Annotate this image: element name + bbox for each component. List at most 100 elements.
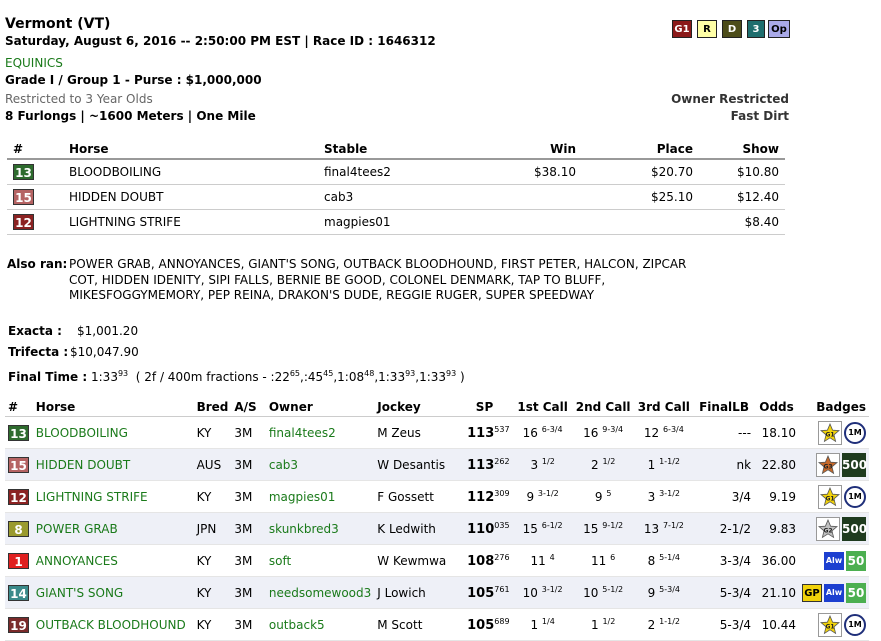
badge-group: GP Alw 50 <box>802 582 866 603</box>
payout-show: $10.80 <box>699 159 785 185</box>
owner-link[interactable]: skunkbred3 <box>265 512 375 545</box>
sp-value: 105 <box>467 617 495 633</box>
call-margin: 5 <box>606 489 612 498</box>
call-margin: 5-1/2 <box>602 585 624 594</box>
owner-link[interactable]: soft <box>265 544 375 577</box>
call-margin: 5-1/4 <box>659 553 680 562</box>
result-3rd-call: 1 1-1/2 <box>633 448 695 481</box>
badge-group: Alw 50 <box>802 550 866 571</box>
result-2nd-call: 11 6 <box>572 544 634 577</box>
post-number: 14 <box>8 584 29 601</box>
col-1st-call: 1st Call <box>512 397 573 417</box>
result-odds: 18.10 <box>754 416 799 449</box>
race-flag-g1: G1 <box>672 20 692 38</box>
result-age-sex: 3M <box>231 512 266 545</box>
call-margin: 9-1/2 <box>602 521 624 530</box>
col-3rd-call: 3rd Call <box>633 397 695 417</box>
fraction-sup: 48 <box>364 369 375 378</box>
also-ran-line: POWER GRAB, ANNOYANCES, GIANT'S SONG, OU… <box>69 257 687 271</box>
track-title: Vermont (VT) <box>5 16 111 32</box>
sponsor-link[interactable]: EQUINICS <box>5 56 63 70</box>
owner-link[interactable]: cab3 <box>265 448 375 481</box>
result-2nd-call: 10 5-1/2 <box>572 576 634 609</box>
result-row: 1 ANNOYANCES KY 3M soft W Kewmwa 108276 11 4 11 … <box>5 544 869 577</box>
payout-win: $38.10 <box>485 159 582 185</box>
owner-link[interactable]: needsomewood3 <box>265 576 375 609</box>
result-num: 8 <box>5 512 33 545</box>
call-position: 12 <box>643 426 660 440</box>
col-owner: Owner <box>265 397 375 417</box>
result-badges: G1 1M <box>799 416 869 449</box>
also-ran-line: COT, HIDDEN IDENITY, SIPI FALLS, BERNIE … <box>69 272 606 287</box>
col-place: Place <box>582 140 699 160</box>
sp-sup: 262 <box>494 456 510 466</box>
call-position: 2 <box>590 458 599 472</box>
payout-stable: magpies01 <box>318 209 485 235</box>
owner-link[interactable]: final4tees2 <box>265 416 375 449</box>
call-margin: 6-3/4 <box>541 425 563 434</box>
call-margin: 1/2 <box>602 617 616 626</box>
result-3rd-call: 2 1-1/2 <box>633 608 695 641</box>
fraction-sup: 45 <box>323 369 334 378</box>
result-bred: KY <box>193 416 232 449</box>
distance-badge: 1M <box>844 613 866 636</box>
result-1st-call: 15 6-1/2 <box>512 512 573 545</box>
points-500-badge: 500 <box>842 452 867 477</box>
result-3rd-call: 12 6-3/4 <box>633 416 695 449</box>
call-margin: 1/2 <box>602 457 616 466</box>
allowance-badge: Alw <box>824 551 844 570</box>
call-position: 1 <box>590 618 599 632</box>
result-sp: 105761 <box>456 576 513 609</box>
race-flag-3: 3 <box>747 20 765 38</box>
post-number: 13 <box>8 424 29 441</box>
result-2nd-call: 15 9-1/2 <box>572 512 634 545</box>
col-age-sex: A/S <box>231 397 266 417</box>
result-num: 14 <box>5 576 33 609</box>
payout-show: $8.40 <box>699 209 785 235</box>
horse-name-link[interactable]: OUTBACK BLOODHOUND <box>32 608 194 641</box>
call-position: 11 <box>591 554 607 568</box>
horse-name-link[interactable]: GIANT'S SONG <box>32 576 194 609</box>
col-bred: Bred <box>193 397 232 417</box>
sp-value: 108 <box>467 553 495 569</box>
col-win: Win <box>485 140 582 160</box>
payout-stable: final4tees2 <box>318 159 485 185</box>
owner-link[interactable]: outback5 <box>265 608 375 641</box>
badge-group: G2 500 <box>802 516 867 541</box>
result-jockey: J Lowich <box>374 576 457 609</box>
payout-win <box>485 184 582 210</box>
horse-name-link[interactable]: HIDDEN DOUBT <box>32 448 194 481</box>
call-margin: 1/4 <box>541 617 555 626</box>
distance-badge: 1M <box>844 485 866 508</box>
col-num: # <box>7 140 63 160</box>
final-time-sup: 93 <box>117 369 129 378</box>
fraction: ,1:08 <box>333 370 365 384</box>
horse-name-link[interactable]: BLOODBOILING <box>32 416 194 449</box>
call-margin: 5-3/4 <box>659 585 680 594</box>
horse-name-link[interactable]: ANNOYANCES <box>32 544 194 577</box>
trifecta-value: $10,047.90 <box>70 345 139 359</box>
grade-star-label: G1 <box>825 623 834 630</box>
col-horse: Horse <box>32 397 194 417</box>
result-bred: AUS <box>193 448 232 481</box>
result-2nd-call: 16 9-3/4 <box>572 416 634 449</box>
payout-show: $12.40 <box>699 184 785 210</box>
fraction-sup: 93 <box>446 369 457 378</box>
result-1st-call: 11 4 <box>512 544 573 577</box>
horse-name-link[interactable]: POWER GRAB <box>32 512 194 545</box>
result-odds: 36.00 <box>754 544 799 577</box>
sp-sup: 689 <box>494 616 510 626</box>
result-bred: KY <box>193 576 232 609</box>
result-num: 15 <box>5 448 33 481</box>
call-margin: 6-3/4 <box>662 425 684 434</box>
horse-name-link[interactable]: LIGHTNING STRIFE <box>32 480 194 513</box>
call-position: 15 <box>583 522 599 536</box>
call-margin: 6-1/2 <box>541 521 563 530</box>
owner-link[interactable]: magpies01 <box>265 480 375 513</box>
result-num: 12 <box>5 480 33 513</box>
also-ran-line: MIKESFOGGYMEMORY, PEP REINA, DRAKON'S DU… <box>69 288 595 302</box>
call-position: 9 <box>647 586 656 600</box>
grade-star-icon: G2 <box>816 516 840 541</box>
col-sp: SP <box>456 397 513 417</box>
result-jockey: M Scott <box>374 608 457 641</box>
